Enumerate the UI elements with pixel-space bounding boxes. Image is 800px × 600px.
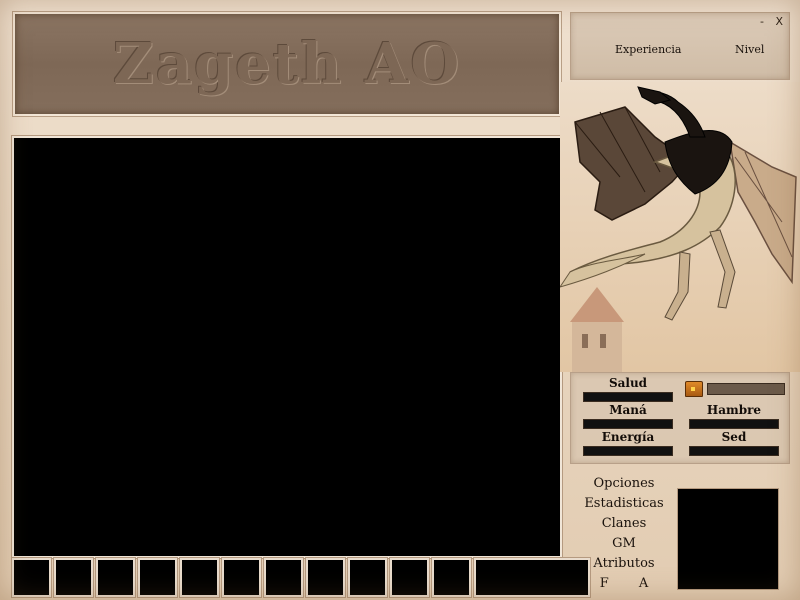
hotbar-slot[interactable]	[54, 558, 93, 597]
window-controls: - X	[752, 15, 783, 28]
hotbar-slot[interactable]	[264, 558, 303, 597]
hunger-bar	[689, 419, 779, 429]
experience-panel: - X Experiencia Nivel	[570, 12, 790, 80]
minimize-button[interactable]: -	[760, 15, 764, 28]
fa-row: F A	[600, 574, 648, 594]
hotbar-slot[interactable]	[432, 558, 471, 597]
hotbar-slot[interactable]	[12, 558, 51, 597]
experience-label: Experiencia	[615, 43, 682, 56]
energy-bar	[583, 446, 673, 456]
mana-label: Maná	[609, 403, 647, 417]
mana-bar	[583, 419, 673, 429]
treasure-chest-icon[interactable]	[685, 381, 703, 397]
menu-item-attributes[interactable]: Atributos	[593, 554, 654, 574]
thirst-bar	[689, 446, 779, 456]
title-banner: Zageth AO	[13, 12, 561, 116]
level-label: Nivel	[735, 43, 765, 56]
close-button[interactable]: X	[775, 15, 783, 28]
health-bar	[583, 392, 673, 402]
hotbar-slot[interactable]	[222, 558, 261, 597]
menu-item-clans[interactable]: Clanes	[602, 514, 647, 534]
hotbar	[12, 558, 590, 597]
minimap[interactable]	[677, 488, 779, 590]
dragon-illustration	[560, 82, 800, 372]
hotbar-slot[interactable]	[180, 558, 219, 597]
hotbar-slot[interactable]	[348, 558, 387, 597]
main-menu: Opciones Estadisticas Clanes GM Atributo…	[578, 474, 670, 594]
hotbar-slot[interactable]	[96, 558, 135, 597]
stats-panel: Salud Maná Hambre Energía Sed	[570, 372, 790, 464]
f-button[interactable]: F	[600, 574, 609, 594]
menu-item-gm[interactable]: GM	[612, 534, 636, 554]
gold-bar	[707, 383, 785, 395]
hotbar-slot[interactable]	[306, 558, 345, 597]
game-viewport[interactable]	[12, 136, 562, 558]
menu-item-statistics[interactable]: Estadisticas	[584, 494, 663, 514]
a-button[interactable]: A	[639, 574, 648, 594]
hotbar-slot[interactable]	[390, 558, 429, 597]
hotbar-slot[interactable]	[138, 558, 177, 597]
thirst-label: Sed	[721, 430, 747, 444]
hotbar-slot-wide[interactable]	[474, 558, 590, 597]
health-label: Salud	[608, 376, 648, 390]
hunger-label: Hambre	[706, 403, 762, 417]
energy-label: Energía	[601, 430, 655, 444]
game-title: Zageth AO	[112, 31, 462, 97]
menu-item-options[interactable]: Opciones	[594, 474, 655, 494]
